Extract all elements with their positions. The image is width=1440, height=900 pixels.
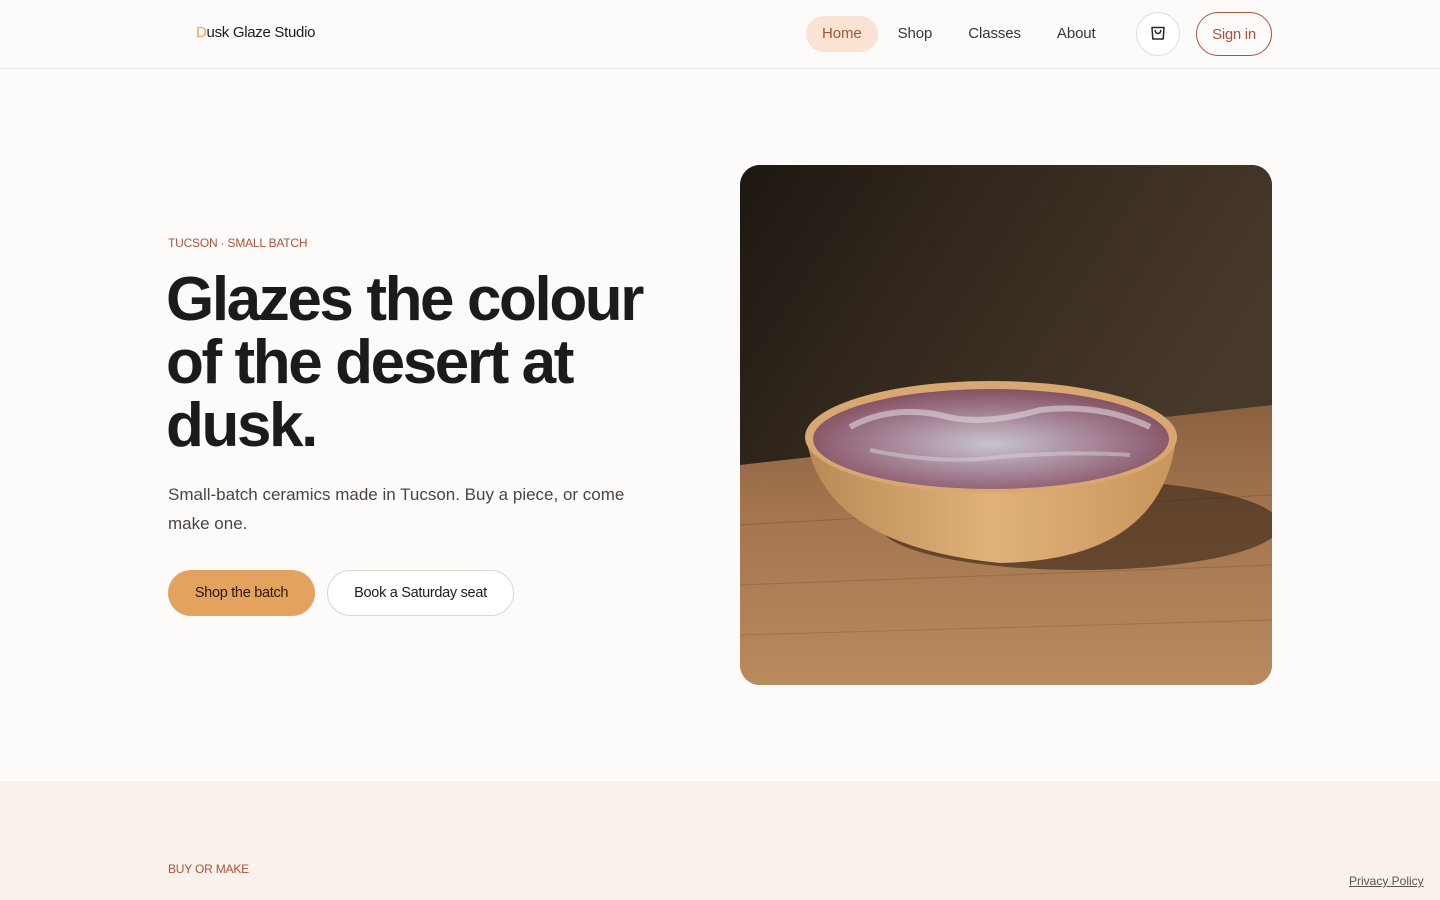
book-saturday-seat-button[interactable]: Book a Saturday seat — [327, 570, 514, 616]
brand-logo[interactable]: Dusk Glaze Studio — [196, 24, 315, 41]
buy-or-make-section: BUY OR MAKE — [0, 781, 1440, 900]
section-eyebrow: BUY OR MAKE — [168, 862, 249, 876]
cart-button[interactable] — [1136, 12, 1180, 56]
hero-title: Glazes the colour of the desert at dusk. — [166, 265, 644, 460]
hero-bowl-image — [740, 165, 1272, 685]
nav-item-home[interactable]: Home — [806, 16, 878, 52]
brand-logo-initial: D — [196, 24, 207, 41]
sign-in-button[interactable]: Sign in — [1196, 12, 1272, 56]
nav-item-about[interactable]: About — [1041, 16, 1112, 52]
site-header: Dusk Glaze Studio Home Shop Classes Abou… — [0, 0, 1440, 69]
shop-the-batch-button[interactable]: Shop the batch — [168, 570, 315, 616]
hero-eyebrow: TUCSON · SMALL BATCH — [168, 236, 308, 250]
main-nav: Home Shop Classes About — [806, 16, 1112, 52]
brand-logo-text: usk Glaze Studio — [206, 24, 316, 41]
shopping-bag-icon — [1149, 24, 1167, 45]
hero-subtitle: Small-batch ceramics made in Tucson. Buy… — [168, 485, 625, 533]
privacy-policy-link[interactable]: Privacy Policy — [1349, 874, 1424, 888]
nav-item-shop[interactable]: Shop — [882, 16, 949, 52]
nav-item-classes[interactable]: Classes — [952, 16, 1037, 52]
